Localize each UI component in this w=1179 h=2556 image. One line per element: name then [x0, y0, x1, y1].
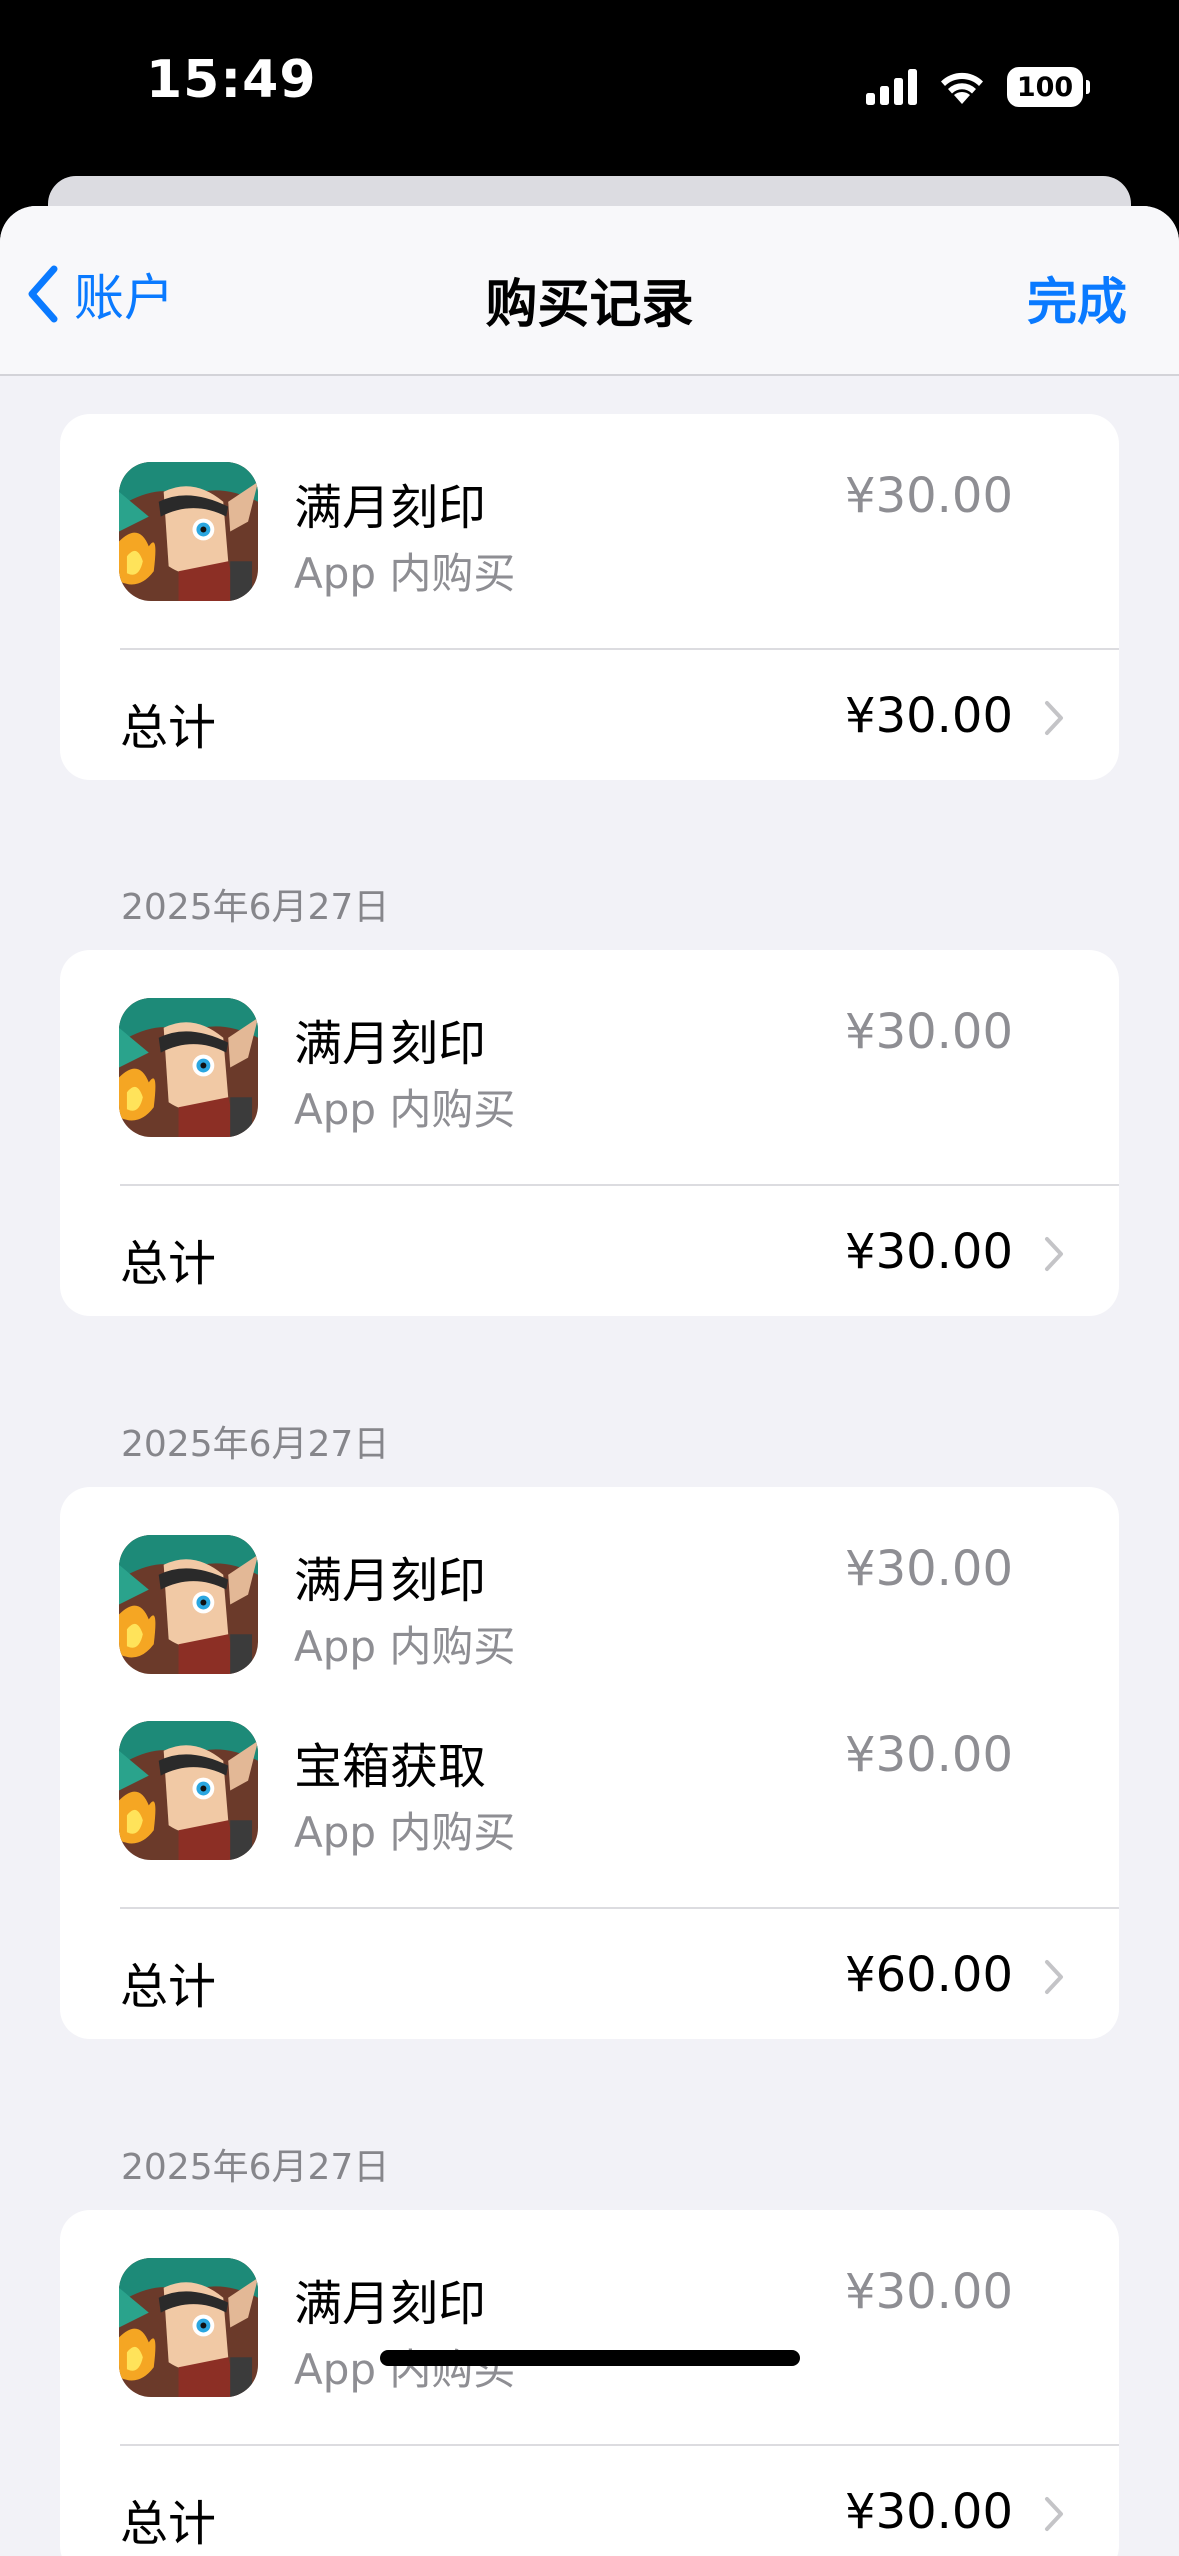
item-price: ¥30.00	[845, 1004, 1013, 1060]
total-label: 总计	[120, 2496, 217, 2552]
date-header: 2025年6月27日	[121, 2147, 390, 2188]
item-price: ¥30.00	[845, 1727, 1013, 1783]
purchase-card: 满月刻印 App 内购买 ¥30.00 总计 ¥30.00	[60, 2210, 1119, 2556]
status-time: 15:49	[146, 50, 317, 110]
done-button[interactable]: 完成	[1027, 262, 1127, 334]
item-type: App 内购买	[294, 1085, 516, 1134]
item-type: App 内购买	[294, 549, 516, 598]
battery-level: 100	[1016, 71, 1074, 103]
cellular-signal-icon	[866, 69, 917, 105]
item-price: ¥30.00	[845, 1541, 1013, 1597]
total-label: 总计	[120, 1236, 217, 1292]
game-app-icon	[119, 1535, 258, 1674]
date-header: 2025年6月27日	[121, 1424, 390, 1465]
total-amount: ¥30.00	[845, 1224, 1013, 1280]
chevron-right-icon	[1045, 1237, 1063, 1271]
purchase-history-sheet: 账户 购买记录 完成 满月刻印 App 内购买 ¥30.00 总计 ¥30.00…	[0, 206, 1179, 2556]
purchase-item[interactable]: 满月刻印 App 内购买 ¥30.00	[60, 2258, 1119, 2408]
total-label: 总计	[120, 700, 217, 756]
item-name: 满月刻印	[294, 480, 487, 536]
chevron-right-icon	[1045, 701, 1063, 735]
total-label: 总计	[120, 1959, 217, 2015]
total-row[interactable]: 总计 ¥60.00	[60, 1909, 1119, 2039]
wifi-icon	[941, 72, 983, 104]
item-type: App 内购买	[294, 1808, 516, 1857]
total-row[interactable]: 总计 ¥30.00	[60, 650, 1119, 780]
item-price: ¥30.00	[845, 2264, 1013, 2320]
total-row[interactable]: 总计 ¥30.00	[60, 2446, 1119, 2556]
item-name: 满月刻印	[294, 2276, 487, 2332]
total-row[interactable]: 总计 ¥30.00	[60, 1186, 1119, 1316]
item-type: App 内购买	[294, 1622, 516, 1671]
game-app-icon	[119, 2258, 258, 2397]
purchase-item[interactable]: 满月刻印 App 内购买 ¥30.00	[60, 998, 1119, 1148]
total-amount: ¥60.00	[845, 1947, 1013, 2003]
purchase-card: 满月刻印 App 内购买 ¥30.00 总计 ¥30.00	[60, 414, 1119, 780]
status-icons: 100	[866, 62, 1090, 112]
item-type: App 内购买	[294, 2345, 516, 2394]
purchase-card: 满月刻印 App 内购买 ¥30.00 宝箱获取 App 内购买 ¥30.00 …	[60, 1487, 1119, 2039]
chevron-right-icon	[1045, 1960, 1063, 1994]
game-app-icon	[119, 462, 258, 601]
game-app-icon	[119, 1721, 258, 1860]
battery-icon: 100	[1007, 67, 1090, 107]
game-app-icon	[119, 998, 258, 1137]
purchase-card: 满月刻印 App 内购买 ¥30.00 总计 ¥30.00	[60, 950, 1119, 1316]
item-name: 满月刻印	[294, 1016, 487, 1072]
page-title: 购买记录	[485, 275, 694, 335]
purchase-item[interactable]: 满月刻印 App 内购买 ¥30.00	[60, 462, 1119, 612]
purchase-item[interactable]: 满月刻印 App 内购买 ¥30.00	[60, 1535, 1119, 1685]
item-name: 满月刻印	[294, 1553, 487, 1609]
navigation-bar: 账户 购买记录 完成	[0, 206, 1179, 376]
total-amount: ¥30.00	[845, 688, 1013, 744]
total-amount: ¥30.00	[845, 2484, 1013, 2540]
date-header: 2025年6月27日	[121, 887, 390, 928]
item-price: ¥30.00	[845, 468, 1013, 524]
home-indicator[interactable]	[380, 2350, 800, 2366]
purchase-item[interactable]: 宝箱获取 App 内购买 ¥30.00	[60, 1721, 1119, 1871]
chevron-right-icon	[1045, 2497, 1063, 2531]
item-name: 宝箱获取	[294, 1739, 487, 1795]
status-bar: 15:49 100	[0, 0, 1179, 176]
